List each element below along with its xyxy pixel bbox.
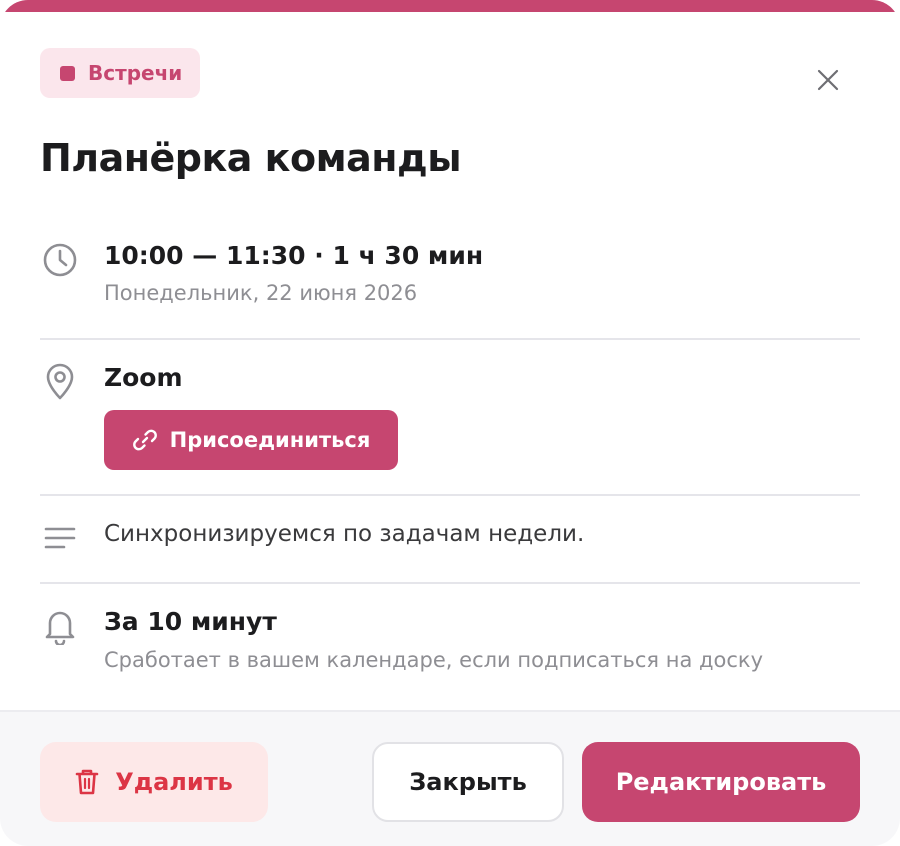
trash-icon bbox=[75, 768, 99, 796]
edit-button[interactable]: Редактировать bbox=[582, 742, 860, 822]
close-button[interactable]: Закрыть bbox=[372, 742, 564, 822]
category-color-icon bbox=[60, 65, 75, 81]
modal-footer: Удалить Закрыть Редактировать bbox=[0, 710, 900, 846]
location-name: Zoom bbox=[104, 363, 183, 392]
clock-icon bbox=[40, 240, 80, 280]
bell-icon bbox=[40, 606, 80, 646]
divider bbox=[40, 582, 860, 584]
category-label: Встречи bbox=[88, 61, 183, 85]
reminder-note: Сработает в вашем календаре, если подпис… bbox=[104, 648, 764, 672]
event-date: Понедельник, 22 июня 2026 bbox=[104, 281, 418, 305]
event-details-modal: Встречи Планёрка команды 10:00 — 11:30 ·… bbox=[0, 0, 900, 846]
event-time: 10:00 — 11:30 · 1 ч 30 мин bbox=[104, 241, 484, 270]
category-accent-bar bbox=[0, 0, 900, 12]
delete-button[interactable]: Удалить bbox=[40, 742, 268, 822]
reminder-time: За 10 минут bbox=[104, 607, 277, 636]
close-icon[interactable] bbox=[808, 60, 848, 100]
join-meeting-label: Присоединиться bbox=[169, 428, 371, 452]
event-description: Синхронизируемся по задачам недели. bbox=[104, 521, 585, 547]
divider bbox=[40, 494, 860, 496]
delete-label: Удалить bbox=[115, 768, 233, 796]
category-tag: Встречи bbox=[40, 48, 201, 98]
text-lines-icon bbox=[40, 518, 80, 558]
divider bbox=[40, 338, 860, 340]
location-pin-icon bbox=[40, 362, 80, 402]
join-meeting-button[interactable]: Присоединиться bbox=[104, 410, 398, 470]
link-icon bbox=[132, 427, 158, 453]
event-title: Планёрка команды bbox=[40, 136, 462, 180]
